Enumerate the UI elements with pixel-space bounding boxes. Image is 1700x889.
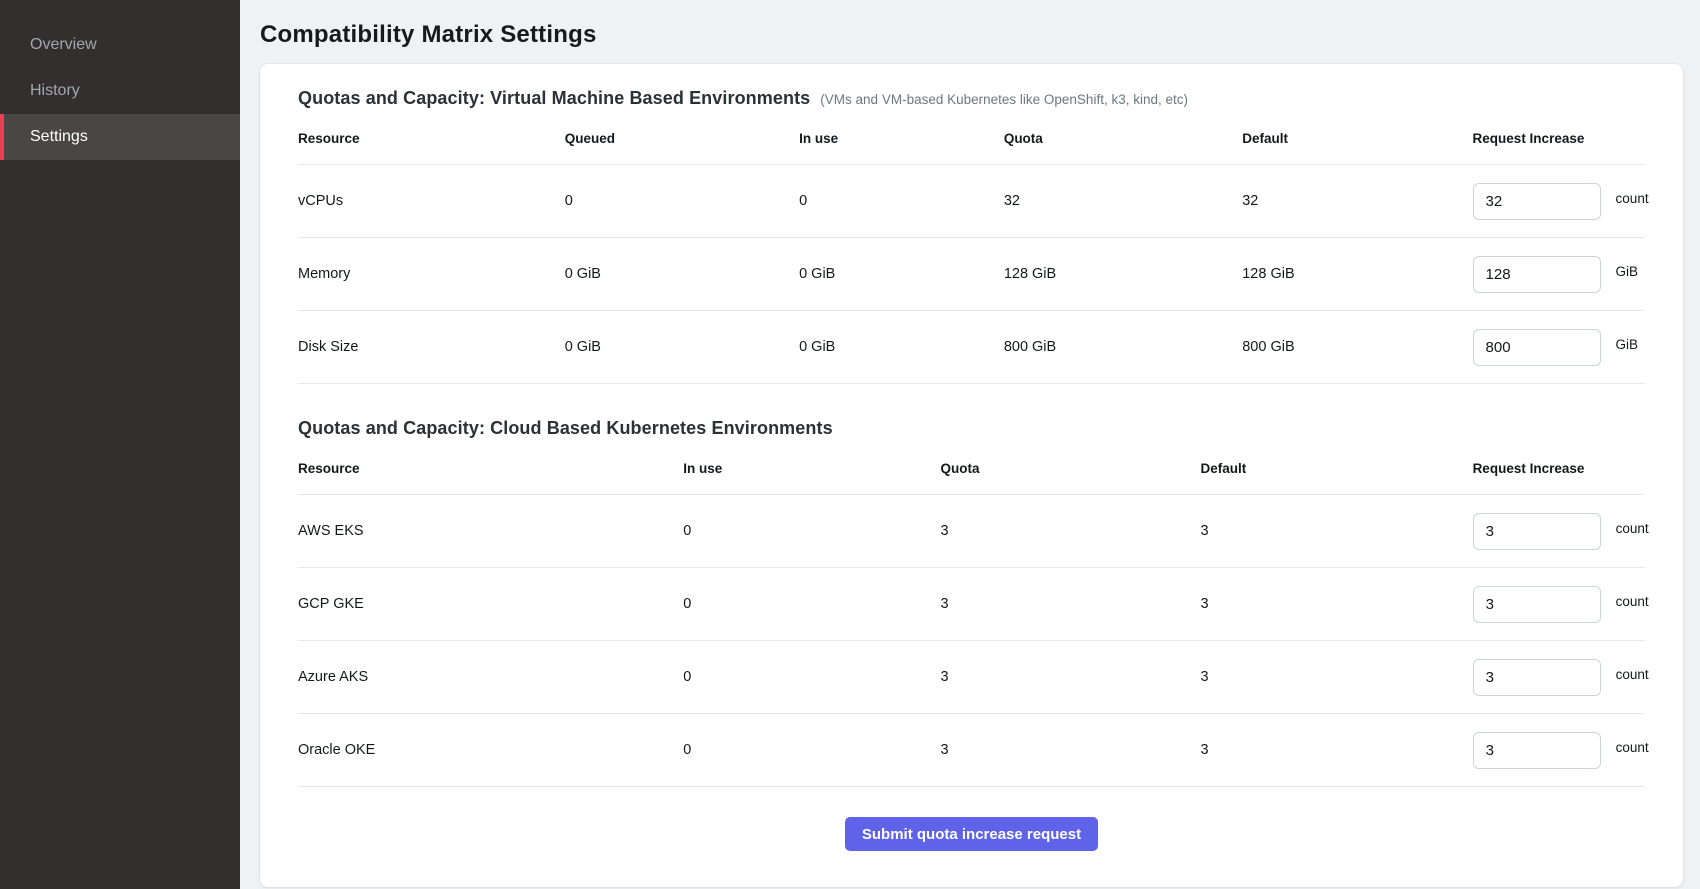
request-increase-input-oracle-oke[interactable] <box>1473 732 1601 769</box>
table-row-azure-aks: Azure AKS 0 3 3 count <box>298 641 1645 714</box>
default-value: 32 <box>1242 193 1258 209</box>
sidebar-item-history[interactable]: History <box>0 68 240 114</box>
request-increase-input-disk-size[interactable] <box>1473 329 1601 366</box>
table-row-aws-eks: AWS EKS 0 3 3 count <box>298 495 1645 568</box>
column-header-quota: Quota <box>1004 115 1242 165</box>
main-content: Compatibility Matrix Settings Quotas and… <box>240 0 1700 889</box>
in-use-value: 0 <box>683 669 691 685</box>
default-value: 3 <box>1200 523 1208 539</box>
cloud-table-header-row: ResourceIn useQuotaDefaultRequest Increa… <box>298 445 1645 495</box>
request-increase-cell: count <box>1473 513 1645 550</box>
quota-value: 128 GiB <box>1004 266 1056 282</box>
cloud-section-title: Quotas and Capacity: Cloud Based Kuberne… <box>298 418 833 439</box>
request-increase-cell: GiB <box>1473 329 1645 366</box>
unit-label: count <box>1616 667 1649 682</box>
sidebar-item-overview[interactable]: Overview <box>0 22 240 68</box>
table-row-vcpus: vCPUs 0 0 32 32 count <box>298 165 1645 238</box>
column-header-default: Default <box>1242 115 1472 165</box>
column-header-in-use: In use <box>799 115 1004 165</box>
vm-section-title: Quotas and Capacity: Virtual Machine Bas… <box>298 88 810 109</box>
default-value: 3 <box>1200 596 1208 612</box>
column-header-request-increase: Request Increase <box>1473 445 1645 495</box>
column-header-quota: Quota <box>941 445 1201 495</box>
in-use-value: 0 GiB <box>799 266 835 282</box>
request-increase-input-memory[interactable] <box>1473 256 1601 293</box>
request-increase-input-azure-aks[interactable] <box>1473 659 1601 696</box>
unit-label: GiB <box>1616 264 1639 279</box>
request-increase-input-aws-eks[interactable] <box>1473 513 1601 550</box>
unit-label: GiB <box>1616 337 1639 352</box>
request-increase-cell: GiB <box>1473 256 1645 293</box>
resource-name: Oracle OKE <box>298 742 375 758</box>
quota-value: 3 <box>941 669 949 685</box>
default-value: 800 GiB <box>1242 339 1294 355</box>
vm-table-header-row: ResourceQueuedIn useQuotaDefaultRequest … <box>298 115 1645 165</box>
default-value: 3 <box>1200 742 1208 758</box>
quota-value: 800 GiB <box>1004 339 1056 355</box>
sidebar: Overview History Settings <box>0 0 240 889</box>
in-use-value: 0 <box>683 523 691 539</box>
sidebar-item-label: History <box>30 82 80 100</box>
request-increase-cell: count <box>1473 183 1645 220</box>
resource-name: AWS EKS <box>298 523 364 539</box>
vm-section-heading: Quotas and Capacity: Virtual Machine Bas… <box>298 88 1645 109</box>
unit-label: count <box>1616 521 1649 536</box>
unit-label: count <box>1616 191 1649 206</box>
request-increase-cell: count <box>1473 659 1645 696</box>
table-row-memory: Memory 0 GiB 0 GiB 128 GiB 128 GiB GiB <box>298 238 1645 311</box>
quota-value: 32 <box>1004 193 1020 209</box>
in-use-value: 0 <box>683 596 691 612</box>
table-row-oracle-oke: Oracle OKE 0 3 3 count <box>298 714 1645 787</box>
request-increase-cell: count <box>1473 732 1645 769</box>
column-header-resource: Resource <box>298 115 565 165</box>
unit-label: count <box>1616 594 1649 609</box>
in-use-value: 0 <box>683 742 691 758</box>
queued-value: 0 GiB <box>565 339 601 355</box>
column-header-default: Default <box>1200 445 1472 495</box>
column-header-queued: Queued <box>565 115 799 165</box>
resource-name: GCP GKE <box>298 596 364 612</box>
table-row-gcp-gke: GCP GKE 0 3 3 count <box>298 568 1645 641</box>
resource-name: Azure AKS <box>298 669 368 685</box>
request-increase-input-vcpus[interactable] <box>1473 183 1601 220</box>
column-header-resource: Resource <box>298 445 683 495</box>
in-use-value: 0 <box>799 193 807 209</box>
queued-value: 0 <box>565 193 573 209</box>
request-increase-cell: count <box>1473 586 1645 623</box>
resource-name: Disk Size <box>298 339 358 355</box>
vm-section-subtitle: (VMs and VM-based Kubernetes like OpenSh… <box>820 92 1188 107</box>
button-row: Submit quota increase request <box>298 817 1645 851</box>
resource-name: vCPUs <box>298 193 343 209</box>
quota-value: 3 <box>941 523 949 539</box>
default-value: 3 <box>1200 669 1208 685</box>
page-title: Compatibility Matrix Settings <box>260 21 1683 49</box>
quota-value: 3 <box>941 742 949 758</box>
request-increase-input-gcp-gke[interactable] <box>1473 586 1601 623</box>
column-header-request-increase: Request Increase <box>1473 115 1645 165</box>
default-value: 128 GiB <box>1242 266 1294 282</box>
column-header-in-use: In use <box>683 445 940 495</box>
unit-label: count <box>1616 740 1649 755</box>
app-window: Overview History Settings Compatibility … <box>0 0 1700 889</box>
vm-quota-table: ResourceQueuedIn useQuotaDefaultRequest … <box>298 115 1645 384</box>
sidebar-item-label: Overview <box>30 36 97 54</box>
in-use-value: 0 GiB <box>799 339 835 355</box>
queued-value: 0 GiB <box>565 266 601 282</box>
table-row-disk-size: Disk Size 0 GiB 0 GiB 800 GiB 800 GiB GiB <box>298 311 1645 384</box>
cloud-quota-table: ResourceIn useQuotaDefaultRequest Increa… <box>298 445 1645 787</box>
sidebar-item-label: Settings <box>30 128 88 146</box>
resource-name: Memory <box>298 266 350 282</box>
settings-card: Quotas and Capacity: Virtual Machine Bas… <box>260 64 1683 887</box>
sidebar-item-settings[interactable]: Settings <box>0 114 240 160</box>
quota-value: 3 <box>941 596 949 612</box>
cloud-section-heading: Quotas and Capacity: Cloud Based Kuberne… <box>298 418 1645 439</box>
submit-quota-increase-button[interactable]: Submit quota increase request <box>845 817 1098 851</box>
